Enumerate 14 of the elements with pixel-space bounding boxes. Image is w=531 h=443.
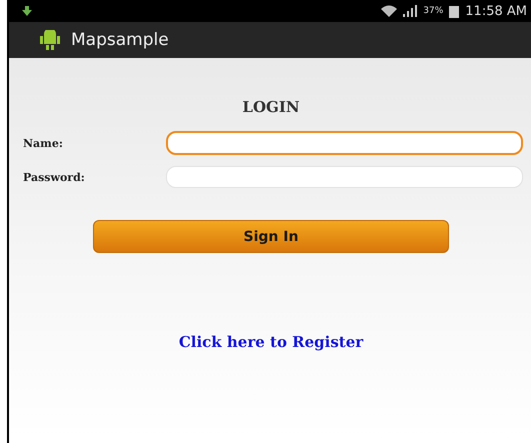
signal-icon [403, 5, 418, 17]
register-link[interactable]: Click here to Register [178, 333, 364, 351]
battery-percent: 37% [423, 6, 444, 16]
app-title: Mapsample [71, 30, 169, 50]
sign-in-button[interactable]: Sign In [93, 220, 449, 253]
input-field[interactable] [166, 131, 523, 155]
download-icon [21, 6, 33, 16]
wifi-icon [381, 5, 398, 17]
field-label: Password: [23, 170, 86, 184]
field-label: Name: [23, 136, 64, 150]
android-icon [39, 30, 61, 50]
login-heading: LOGIN [241, 98, 301, 116]
clock-time: 11:58 AM [465, 4, 527, 18]
battery-icon [449, 4, 460, 18]
